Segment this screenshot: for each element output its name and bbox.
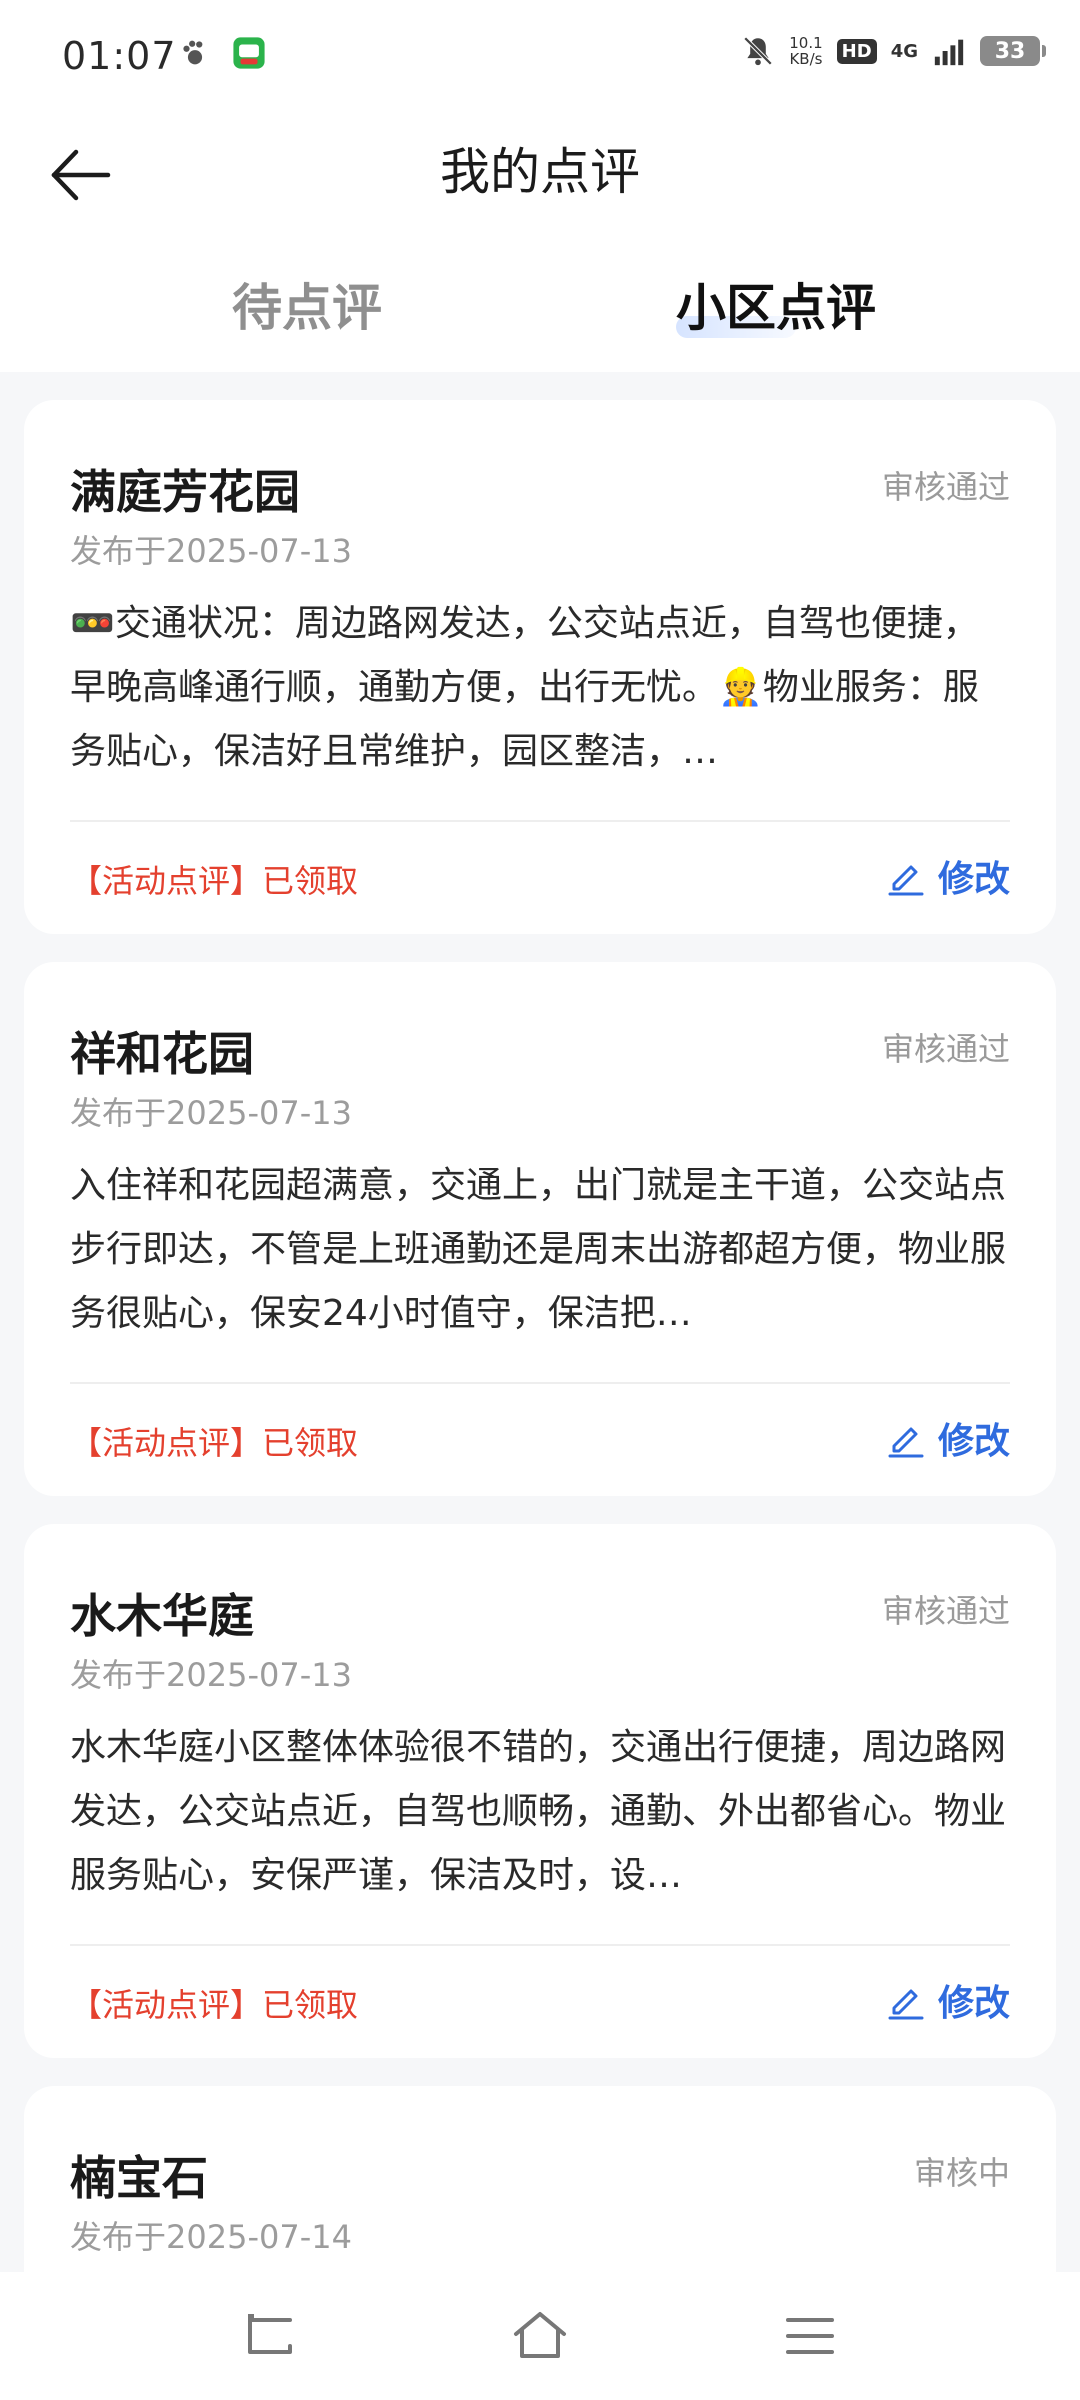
review-card[interactable]: 水木华庭 审核通过 发布于2025-07-13 水木华庭小区整体体验很不错的，交… (24, 1524, 1056, 2058)
pencil-icon (888, 865, 924, 896)
status-bar: 01:07 10.1 KB/s HD 4G 33 (0, 0, 1080, 110)
hd-badge: HD (836, 38, 877, 64)
community-name: 楠宝石 (70, 2151, 208, 2205)
status-system-icons: 10.1 KB/s HD 4G 33 (741, 34, 1046, 68)
network-speed-unit: KB/s (789, 50, 823, 68)
publish-date: 发布于2025-07-14 (70, 2218, 352, 2256)
card-divider (70, 1382, 1010, 1384)
app-notification-icon (233, 37, 265, 69)
review-text: 🚥交通状况：周边路网发达，公交站点近，自驾也便捷，早晚高峰通行顺，通勤方便，出行… (70, 603, 979, 772)
review-card[interactable]: 满庭芳花园 审核通过 发布于2025-07-13 🚥交通状况：周边路网发达，公交… (24, 400, 1056, 934)
edit-label: 修改 (937, 1983, 1010, 2024)
app-header: 我的点评 (0, 110, 1080, 250)
system-nav-bar (0, 2272, 1080, 2400)
review-list[interactable]: 满庭芳花园 审核通过 发布于2025-07-13 🚥交通状况：周边路网发达，公交… (0, 372, 1080, 2272)
publish-date: 发布于2025-07-13 (70, 1094, 352, 1132)
review-status: 审核通过 (881, 468, 1010, 506)
edit-review-button[interactable]: 修改 (886, 850, 1010, 902)
pencil-icon (888, 1989, 924, 2020)
tab-pending-review[interactable]: 待点评 (232, 268, 382, 340)
card-divider (70, 820, 1010, 822)
community-name: 水木华庭 (70, 1589, 254, 1643)
page-title: 我的点评 (440, 143, 640, 201)
paw-notification-icon (183, 40, 203, 65)
activity-reward-status: 【活动点评】已领取 (70, 1986, 359, 2024)
status-notification-icons (178, 36, 266, 70)
edit-label: 修改 (937, 859, 1010, 900)
review-card[interactable]: 楠宝石 审核中 发布于2025-07-14 (24, 2086, 1056, 2272)
network-speed: 10.1 KB/s (789, 35, 822, 67)
tab-community-review-label: 小区点评 (676, 279, 876, 337)
battery-indicator: 33 (980, 36, 1046, 66)
edit-label: 修改 (937, 1421, 1010, 1462)
network-type: 4G (890, 40, 918, 62)
activity-reward-status: 【活动点评】已领取 (70, 1424, 359, 1462)
community-name: 祥和花园 (70, 1027, 254, 1081)
review-text: 入住祥和花园超满意，交通上，出门就是主干道，公交站点步行即达，不管是上班通勤还是… (70, 1165, 1007, 1334)
tab-pending-review-label: 待点评 (232, 279, 382, 337)
review-card[interactable]: 祥和花园 审核通过 发布于2025-07-13 入住祥和花园超满意，交通上，出门… (24, 962, 1056, 1496)
publish-date: 发布于2025-07-13 (70, 532, 352, 570)
tab-community-review[interactable]: 小区点评 (676, 268, 876, 340)
activity-reward-status: 【活动点评】已领取 (70, 862, 359, 900)
pencil-icon (888, 1427, 924, 1458)
review-status: 审核中 (913, 2154, 1010, 2192)
review-status: 审核通过 (881, 1030, 1010, 1068)
signal-icon (934, 39, 964, 66)
card-divider (70, 1944, 1010, 1946)
home-icon[interactable] (510, 2306, 570, 2366)
edit-review-button[interactable]: 修改 (886, 1412, 1010, 1464)
tab-bar: 待点评 小区点评 (0, 250, 1080, 372)
mute-bell-icon (744, 36, 773, 66)
review-text: 水木华庭小区整体体验很不错的，交通出行便捷，周边路网发达，公交站点近，自驾也顺畅… (70, 1727, 1007, 1896)
menu-icon[interactable] (780, 2306, 840, 2366)
review-status: 审核通过 (881, 1592, 1010, 1630)
network-speed-value: 10.1 (789, 34, 823, 52)
back-nav-icon[interactable] (240, 2306, 300, 2366)
edit-review-button[interactable]: 修改 (886, 1974, 1010, 2026)
status-time: 01:07 (62, 34, 177, 78)
publish-date: 发布于2025-07-13 (70, 1656, 352, 1694)
community-name: 满庭芳花园 (70, 465, 300, 519)
